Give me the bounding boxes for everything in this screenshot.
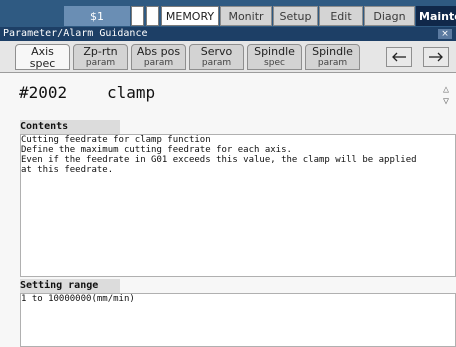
contents-line: Define the maximum cutting feedrate for … <box>21 145 292 155</box>
tab-spindle-spec[interactable]: Spindle spec <box>247 44 302 70</box>
menu-setup[interactable]: Setup <box>273 6 318 26</box>
tab-abs-pos-param[interactable]: Abs pos param <box>131 44 186 70</box>
setting-range-value: 1 to 10000000(mm/min) <box>21 294 135 304</box>
tab-axis-spec[interactable]: Axis spec <box>15 44 70 70</box>
menu-maintenance[interactable]: Mainte <box>416 6 456 26</box>
parameter-number: #2002 <box>19 83 68 102</box>
parameter-name: clamp <box>107 83 156 102</box>
scroll-arrows[interactable]: △ ▽ <box>440 84 452 108</box>
tab-zp-rtn-param[interactable]: Zp-rtn param <box>73 44 128 70</box>
contents-line: at this feedrate. <box>21 165 114 175</box>
status-box-1 <box>131 6 144 26</box>
scroll-down-icon[interactable]: ▽ <box>440 96 452 108</box>
scroll-up-icon[interactable]: △ <box>440 84 452 96</box>
arrow-right-icon[interactable] <box>423 47 449 67</box>
tab-servo-param[interactable]: Servo param <box>189 44 244 70</box>
contents-heading: Contents <box>20 120 120 134</box>
window-title-bar: Parameter/Alarm Guidance × <box>0 27 456 41</box>
contents-line: Even if the feedrate in G01 exceeds this… <box>21 155 417 165</box>
close-icon[interactable]: × <box>438 29 452 39</box>
arrow-right-glyph <box>429 52 443 62</box>
contents-line: Cutting feedrate for clamp function <box>21 135 211 145</box>
mode-indicator: MEMORY <box>161 6 219 26</box>
channel-indicator: $1 <box>64 6 130 26</box>
top-menu-bar: $1 MEMORY Monitr Setup Edit Diagn Mainte <box>0 0 456 27</box>
menu-edit[interactable]: Edit <box>319 6 363 26</box>
window-title: Parameter/Alarm Guidance <box>3 28 148 39</box>
tab-row: Axis spec Zp-rtn param Abs pos param Ser… <box>0 41 456 73</box>
menu-diagnosis[interactable]: Diagn <box>364 6 415 26</box>
arrow-left-icon[interactable] <box>386 47 412 67</box>
setting-range-box: 1 to 10000000(mm/min) <box>20 293 456 347</box>
arrow-left-glyph <box>392 52 406 62</box>
tab-spindle-param[interactable]: Spindle param <box>305 44 360 70</box>
contents-box: Cutting feedrate for clamp function Defi… <box>20 134 456 277</box>
status-box-2 <box>146 6 159 26</box>
setting-range-heading: Setting range <box>20 279 120 293</box>
menu-monitor[interactable]: Monitr <box>220 6 272 26</box>
